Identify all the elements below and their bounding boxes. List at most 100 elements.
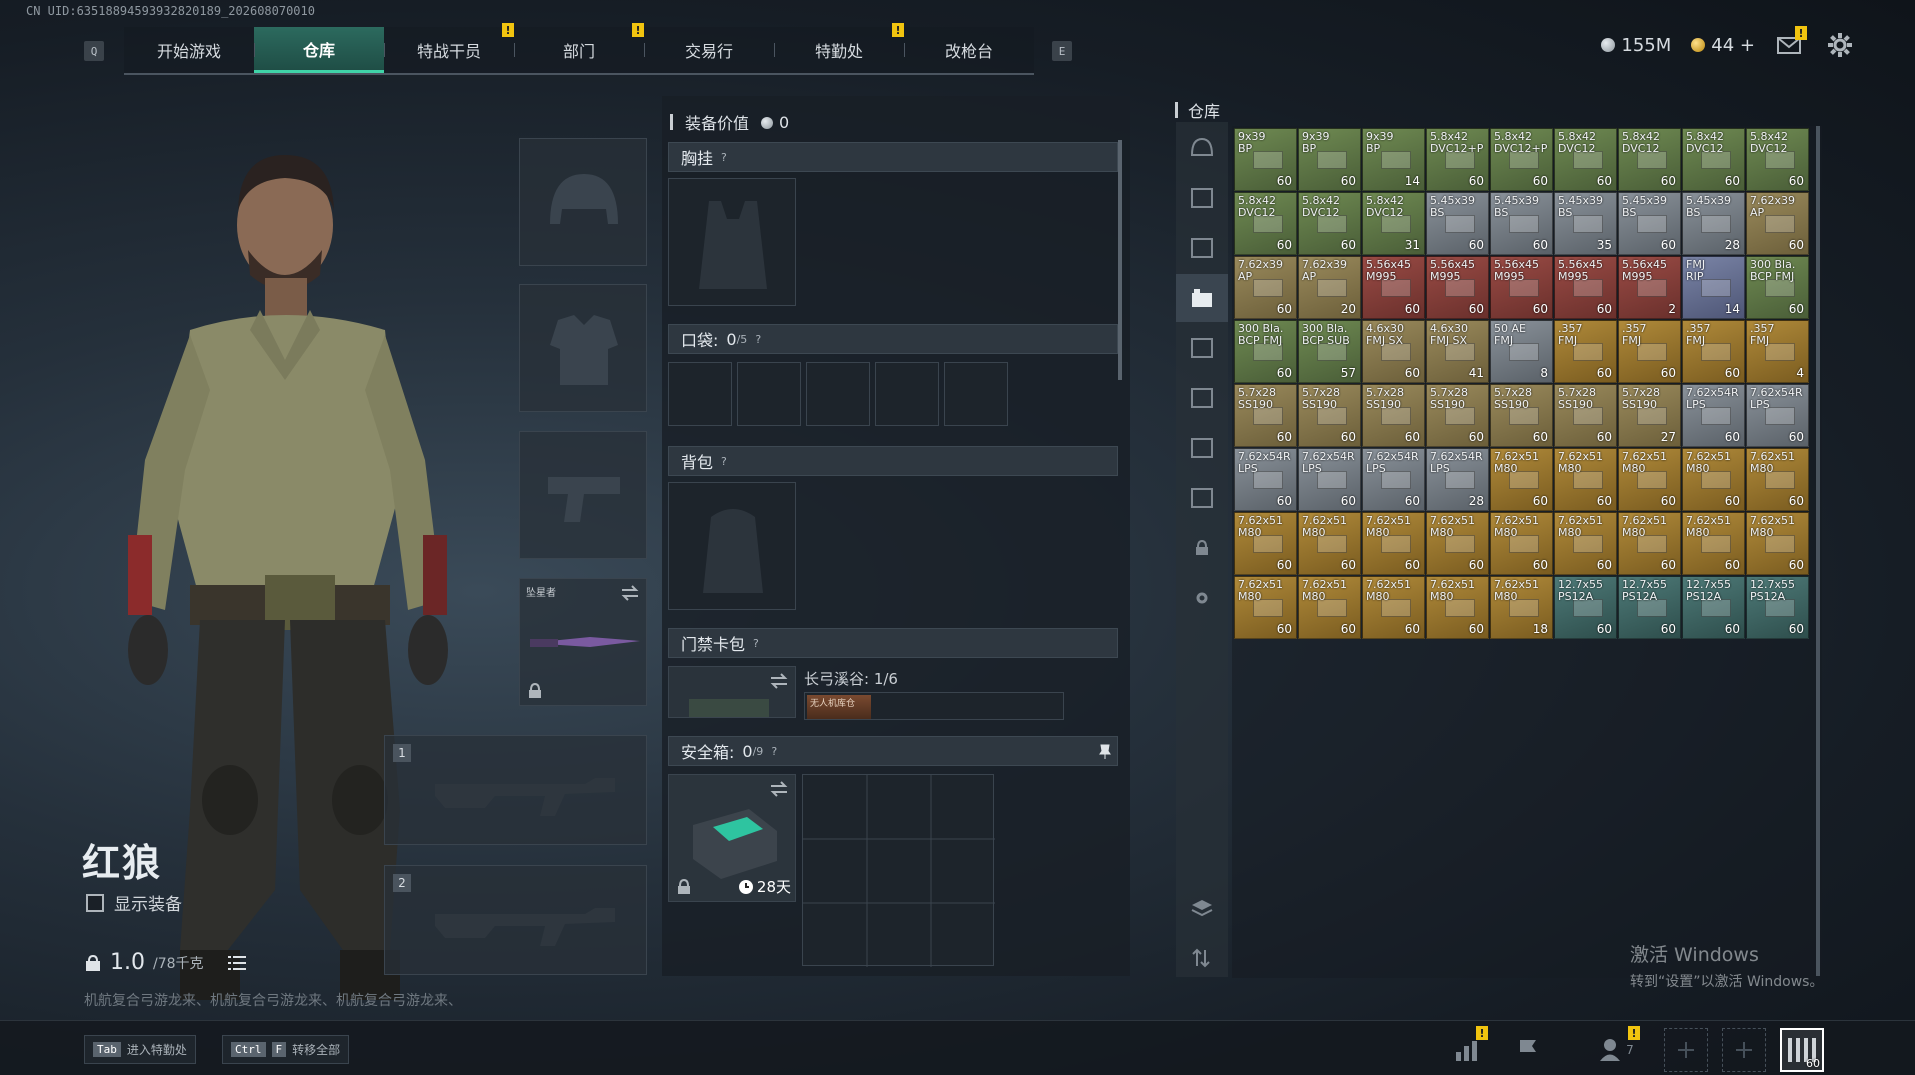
storage-item[interactable]: 7.62x51 M80 60 [1362, 512, 1425, 575]
storage-item[interactable]: 7.62x51 M80 60 [1426, 576, 1489, 639]
storage-item[interactable]: 7.62x51 M80 60 [1234, 576, 1297, 639]
safebox-slot[interactable]: 28天 [668, 774, 796, 902]
storage-item[interactable]: 7.62x54R LPS 60 [1682, 384, 1745, 447]
backpack-slot[interactable] [668, 482, 796, 610]
storage-item[interactable]: 5.8x42 DVC12 31 [1362, 192, 1425, 255]
storage-item[interactable]: 7.62x51 M80 60 [1618, 448, 1681, 511]
storage-item[interactable]: 7.62x54R LPS 60 [1746, 384, 1809, 447]
category-ammo-button[interactable] [1176, 274, 1228, 322]
flag-icon[interactable] [1506, 1028, 1550, 1072]
storage-item[interactable]: 12.7x55 PS12A 60 [1554, 576, 1617, 639]
armor-slot[interactable] [519, 284, 647, 412]
storage-item[interactable]: 7.62x51 M80 60 [1490, 512, 1553, 575]
category-1-button[interactable] [1176, 174, 1228, 222]
tab-0[interactable]: 开始游戏 [124, 27, 254, 73]
helmet-slot[interactable] [519, 138, 647, 266]
stack-items-button[interactable] [1176, 884, 1228, 932]
storage-item[interactable]: 300 Bla. BCP SUB 57 [1298, 320, 1361, 383]
storage-item[interactable]: 7.62x51 M80 60 [1554, 512, 1617, 575]
storage-item[interactable]: 5.8x42 DVC12 60 [1234, 192, 1297, 255]
swap-icon[interactable] [769, 673, 789, 689]
sort-items-button[interactable] [1176, 934, 1228, 982]
storage-item[interactable]: 9x39 BP 60 [1298, 128, 1361, 191]
pocket-slot[interactable] [875, 362, 939, 426]
loadout-scrollbar[interactable] [1118, 140, 1122, 380]
storage-item[interactable]: 5.8x42 DVC12 60 [1618, 128, 1681, 191]
pocket-slot[interactable] [737, 362, 801, 426]
storage-item[interactable]: 7.62x51 M80 60 [1426, 512, 1489, 575]
squad-icon[interactable]: 7 ! [1586, 1026, 1646, 1072]
category-4-button[interactable] [1176, 374, 1228, 422]
gold-balance[interactable]: 44 + [1691, 35, 1755, 56]
category-3-button[interactable] [1176, 324, 1228, 372]
storage-item[interactable]: 5.7x28 SS190 60 [1490, 384, 1553, 447]
pistol-slot[interactable] [519, 431, 647, 559]
storage-item[interactable]: 4.6x30 FMJ SX 41 [1426, 320, 1489, 383]
storage-item[interactable]: .357 FMJ 60 [1618, 320, 1681, 383]
primary-weapon-slot-2[interactable]: 2 [384, 865, 647, 975]
storage-item[interactable]: 7.62x54R LPS 28 [1426, 448, 1489, 511]
storage-item[interactable]: FMJ RIP 14 [1682, 256, 1745, 319]
storage-item[interactable]: 7.62x54R LPS 60 [1362, 448, 1425, 511]
primary-weapon-slot-1[interactable]: 1 [384, 735, 647, 845]
storage-item[interactable]: 7.62x39 AP 20 [1298, 256, 1361, 319]
storage-item[interactable]: 5.8x42 DVC12 60 [1682, 128, 1745, 191]
pocket-slot[interactable] [806, 362, 870, 426]
storage-item[interactable]: 7.62x51 M80 60 [1298, 576, 1361, 639]
storage-item[interactable]: 7.62x51 M80 60 [1298, 512, 1361, 575]
storage-item[interactable]: 50 AE FMJ 8 [1490, 320, 1553, 383]
prev-tab-key[interactable]: Q [84, 41, 104, 61]
storage-item[interactable]: 7.62x51 M80 60 [1554, 448, 1617, 511]
locked-page-button[interactable] [1176, 524, 1228, 572]
storage-item[interactable]: 5.7x28 SS190 60 [1298, 384, 1361, 447]
storage-item[interactable]: 300 Bla. BCP FMJ 60 [1746, 256, 1809, 319]
chest-rig-slot[interactable] [668, 178, 796, 306]
category-2-button[interactable] [1176, 224, 1228, 272]
storage-item[interactable]: 5.8x42 DVC12 60 [1298, 192, 1361, 255]
storage-item[interactable]: 4.6x30 FMJ SX 60 [1362, 320, 1425, 383]
storage-item[interactable]: 5.45x39 BS 60 [1426, 192, 1489, 255]
weight-detail-list-icon[interactable] [227, 955, 246, 971]
category-5-button[interactable] [1176, 424, 1228, 472]
keycard-item[interactable]: 无人机库仓 [807, 695, 871, 719]
melee-slot[interactable]: 坠星者 [519, 578, 647, 706]
storage-item[interactable]: 5.56x45 M995 60 [1362, 256, 1425, 319]
storage-settings-button[interactable] [1176, 574, 1228, 622]
storage-item[interactable]: 5.7x28 SS190 27 [1618, 384, 1681, 447]
tab-1[interactable]: 仓库 [254, 27, 384, 73]
help-icon[interactable]: ? [753, 637, 759, 650]
storage-item[interactable]: 5.56x45 M995 60 [1554, 256, 1617, 319]
help-icon[interactable]: ? [721, 455, 727, 468]
show-equipment-checkbox[interactable] [86, 893, 104, 912]
storage-item[interactable]: 5.56x45 M995 2 [1618, 256, 1681, 319]
keycard-holder-slot[interactable] [668, 666, 796, 718]
storage-item[interactable]: 5.45x39 BS 35 [1554, 192, 1617, 255]
storage-item[interactable]: 300 Bla. BCP FMJ 60 [1234, 320, 1297, 383]
storage-item[interactable]: 5.45x39 BS 60 [1490, 192, 1553, 255]
storage-item[interactable]: 5.8x42 DVC12 60 [1554, 128, 1617, 191]
storage-item[interactable]: 7.62x51 M80 60 [1682, 512, 1745, 575]
storage-item[interactable]: .357 FMJ 60 [1682, 320, 1745, 383]
storage-item[interactable]: 5.7x28 SS190 60 [1426, 384, 1489, 447]
storage-item[interactable]: 7.62x51 M80 60 [1490, 448, 1553, 511]
storage-item[interactable]: 7.62x51 M80 60 [1618, 512, 1681, 575]
pin-icon[interactable] [1099, 744, 1111, 760]
storage-item[interactable]: 12.7x55 PS12A 60 [1618, 576, 1681, 639]
storage-item[interactable]: 5.7x28 SS190 60 [1234, 384, 1297, 447]
tab-5[interactable]: 特勤处! [774, 23, 904, 73]
show-equipment-toggle[interactable]: 显示装备 [86, 890, 182, 915]
pocket-slot[interactable] [668, 362, 732, 426]
mail-icon[interactable]: ! [1775, 26, 1807, 58]
storage-item[interactable]: 9x39 BP 60 [1234, 128, 1297, 191]
swap-icon[interactable] [620, 585, 640, 601]
tab-2[interactable]: 特战干员! [384, 23, 514, 73]
category-6-button[interactable] [1176, 474, 1228, 522]
pocket-slot[interactable] [944, 362, 1008, 426]
silver-balance[interactable]: 155M [1601, 35, 1671, 56]
enter-special-ops-hint[interactable]: Tab 进入特勤处 [84, 1035, 196, 1064]
transfer-all-hint[interactable]: Ctrl F 转移全部 [222, 1035, 350, 1064]
storage-item[interactable]: .357 FMJ 60 [1554, 320, 1617, 383]
safebox-grid[interactable] [802, 774, 995, 967]
storage-item[interactable]: 5.45x39 BS 60 [1618, 192, 1681, 255]
storage-item[interactable]: 5.8x42 DVC12+P 60 [1426, 128, 1489, 191]
